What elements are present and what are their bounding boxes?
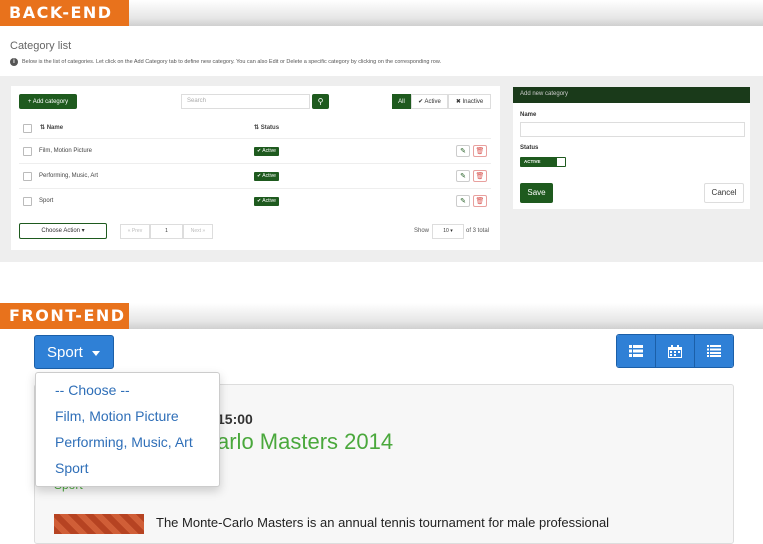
- delete-button[interactable]: 🗑: [473, 145, 487, 157]
- toggle-knob: [557, 158, 565, 166]
- filter-inactive[interactable]: ✖ Inactive: [448, 94, 491, 109]
- choose-action-button[interactable]: Choose Action ▾: [19, 223, 107, 239]
- dropdown-item-choose[interactable]: -- Choose --: [55, 382, 130, 398]
- info-text-label: Below is the list of categories. Let cli…: [22, 59, 442, 65]
- status-badge: ✔ Active: [254, 197, 279, 206]
- backend-banner: BACK-END: [0, 0, 763, 26]
- toggle-label: ACTIVE: [524, 159, 541, 164]
- column-header-name[interactable]: ⇅ Name: [40, 124, 63, 131]
- row-checkbox[interactable]: [23, 172, 32, 181]
- pencil-icon: ✎: [460, 198, 466, 205]
- save-button[interactable]: Save: [520, 183, 553, 203]
- info-text: i Below is the list of categories. Let c…: [10, 58, 441, 66]
- filter-active[interactable]: ✔ Active: [411, 94, 448, 109]
- status-toggle[interactable]: ACTIVE: [520, 157, 566, 167]
- table-row[interactable]: Performing, Music, Art ✔ Active ✎ 🗑: [19, 163, 491, 188]
- cancel-button[interactable]: Cancel: [704, 183, 744, 203]
- dropdown-item-film[interactable]: Film, Motion Picture: [55, 408, 179, 424]
- dropdown-item-performing[interactable]: Performing, Music, Art: [55, 434, 193, 450]
- category-dropdown-label: Sport: [47, 344, 83, 361]
- edit-button[interactable]: ✎: [456, 145, 470, 157]
- name-field[interactable]: [520, 122, 745, 137]
- list-view-button[interactable]: [617, 335, 656, 367]
- status-badge: ✔ Active: [254, 147, 279, 156]
- edit-button[interactable]: ✎: [456, 170, 470, 182]
- event-image-pattern: [54, 514, 144, 534]
- column-header-status[interactable]: ⇅ Status: [254, 124, 279, 131]
- per-page-select[interactable]: 10 ▾: [432, 224, 464, 239]
- add-category-button[interactable]: + Add category: [19, 94, 77, 109]
- detail-list-icon: [707, 345, 721, 357]
- frontend-banner-label: FRONT-END: [0, 303, 129, 329]
- backend-header: [0, 26, 763, 76]
- search-icon: ⚲: [317, 97, 324, 106]
- delete-button[interactable]: 🗑: [473, 170, 487, 182]
- dropdown-item-sport[interactable]: Sport: [55, 460, 88, 476]
- status-label: Status: [520, 145, 539, 151]
- delete-button[interactable]: 🗑: [473, 195, 487, 207]
- select-all-checkbox[interactable]: [23, 124, 32, 133]
- filter-all[interactable]: All: [392, 94, 411, 109]
- event-time: 15:00: [217, 411, 253, 427]
- row-name: Performing, Music, Art: [39, 173, 99, 179]
- add-category-panel-title: Add new category: [513, 87, 750, 103]
- page-number-input[interactable]: 1: [150, 224, 183, 239]
- pencil-icon: ✎: [460, 148, 466, 155]
- calendar-view-button[interactable]: [656, 335, 695, 367]
- edit-button[interactable]: ✎: [456, 195, 470, 207]
- prev-page-button[interactable]: « Prev: [120, 224, 150, 239]
- caret-down-icon: [92, 351, 100, 356]
- event-title[interactable]: arlo Masters 2014: [217, 429, 393, 455]
- row-checkbox[interactable]: [23, 147, 32, 156]
- total-text: of 3 total: [466, 228, 490, 234]
- show-label: Show: [414, 228, 430, 234]
- status-badge: ✔ Active: [254, 172, 279, 181]
- trash-icon: 🗑: [475, 198, 485, 205]
- category-dropdown-button[interactable]: Sport: [34, 335, 114, 369]
- trash-icon: 🗑: [475, 148, 485, 155]
- info-icon: i: [10, 58, 18, 66]
- page-title: Category list: [10, 40, 72, 52]
- row-name: Sport: [39, 198, 54, 204]
- search-input[interactable]: Search: [181, 94, 310, 109]
- next-page-button[interactable]: Next »: [183, 224, 213, 239]
- table-row[interactable]: Film, Motion Picture ✔ Active ✎ 🗑: [19, 138, 491, 163]
- detail-list-view-button[interactable]: [695, 335, 733, 367]
- view-switcher: [616, 334, 734, 368]
- trash-icon: 🗑: [475, 173, 485, 180]
- list-icon: [629, 345, 643, 357]
- table-row[interactable]: Sport ✔ Active ✎ 🗑: [19, 188, 491, 213]
- category-dropdown-menu: -- Choose -- Film, Motion Picture Perfor…: [35, 372, 220, 487]
- event-description: The Monte-Carlo Masters is an annual ten…: [156, 515, 610, 530]
- row-checkbox[interactable]: [23, 197, 32, 206]
- frontend-banner: FRONT-END: [0, 303, 763, 329]
- row-name: Film, Motion Picture: [39, 148, 93, 154]
- search-button[interactable]: ⚲: [312, 94, 329, 109]
- calendar-icon: [668, 344, 682, 358]
- name-label: Name: [520, 112, 537, 118]
- backend-banner-label: BACK-END: [0, 0, 129, 26]
- pencil-icon: ✎: [460, 173, 466, 180]
